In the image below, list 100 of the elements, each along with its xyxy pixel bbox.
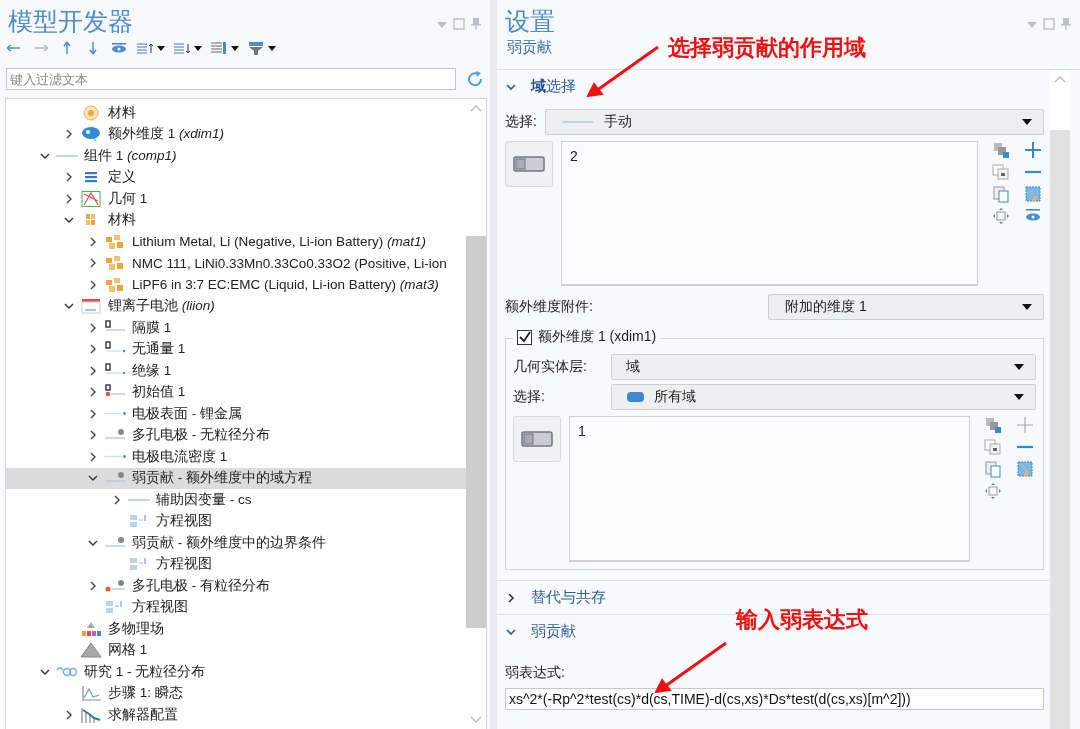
field-label: 选择: bbox=[513, 388, 546, 406]
tree-item[interactable]: 额外维度 1 (xdim1) bbox=[6, 123, 466, 145]
check-icon bbox=[518, 331, 531, 343]
refresh-icon[interactable] bbox=[466, 70, 484, 88]
stacked-squares-icon[interactable] bbox=[992, 141, 1010, 159]
toggle-button[interactable] bbox=[513, 416, 561, 462]
section-title: 替代与共存 bbox=[531, 588, 606, 607]
zoom-selection-icon[interactable] bbox=[992, 207, 1010, 225]
stacked-squares-icon[interactable] bbox=[984, 416, 1002, 434]
dropdown[interactable]: 域 bbox=[611, 354, 1036, 380]
dropdown-arrow-icon bbox=[1013, 393, 1025, 401]
tree-item[interactable]: LiPF6 in 3:7 EC:EMC (Liquid, Li-ion Battery) (mat3) bbox=[6, 274, 466, 296]
tree-item[interactable]: 隔膜 1 bbox=[6, 317, 466, 339]
list-down-icon bbox=[173, 41, 191, 55]
expression-field[interactable]: xs^2*(-Rp^2*test(cs)*d(cs,TIME)-d(cs,xs)*Ds*test(d(cs,xs)[m^2])) bbox=[505, 688, 1044, 710]
dropdown-arrow-icon bbox=[1021, 303, 1033, 311]
domain-icon bbox=[104, 577, 126, 594]
dropdown[interactable]: 所有域 bbox=[611, 384, 1036, 410]
tree-item[interactable]: 无通量 1 bbox=[6, 338, 466, 360]
line-icon bbox=[56, 154, 78, 157]
battery-icon bbox=[80, 298, 102, 315]
field-label: 几何实体层: bbox=[513, 358, 588, 376]
tree-item[interactable]: 多孔电极 - 有粒径分布 bbox=[6, 575, 466, 597]
dropdown[interactable]: 附加的维度 1 bbox=[768, 294, 1044, 320]
filter-button[interactable] bbox=[247, 41, 276, 55]
chevron-right-icon[interactable] bbox=[505, 591, 517, 604]
checkbox-label: 额外维度 1 (xdim1) bbox=[538, 328, 657, 346]
copy-lock-icon[interactable] bbox=[992, 163, 1010, 181]
tree-item[interactable]: 多孔电极 - 无粒径分布 bbox=[6, 424, 466, 446]
tree-item[interactable]: 弱贡献 - 额外维度中的域方程 bbox=[6, 467, 466, 489]
panel-title: 设置 bbox=[505, 6, 555, 36]
tree-item[interactable]: 方程视图 bbox=[6, 553, 466, 575]
checkbox[interactable] bbox=[517, 329, 532, 345]
tree-item[interactable]: 定义 bbox=[6, 166, 466, 188]
section-title: 弱贡献 bbox=[531, 622, 576, 641]
section-title: 域选择 bbox=[531, 77, 576, 96]
multiphysics-icon bbox=[80, 620, 102, 637]
filter-icon bbox=[247, 41, 265, 55]
caret-icon bbox=[231, 45, 239, 51]
columns-icon bbox=[210, 41, 228, 55]
field-label: 额外维度附件: bbox=[505, 298, 593, 316]
geometry-icon bbox=[80, 190, 102, 207]
tree-item[interactable]: 求解器配置 bbox=[6, 704, 466, 726]
pill-icon bbox=[626, 391, 646, 403]
list-down-button[interactable] bbox=[173, 41, 202, 55]
step-chart-icon bbox=[80, 685, 102, 702]
caret-icon bbox=[194, 45, 202, 51]
broom-icon[interactable] bbox=[1024, 185, 1042, 203]
tree-item[interactable]: 材料 bbox=[6, 209, 466, 231]
tree-item[interactable]: 方程视图 bbox=[6, 510, 466, 532]
tree-item[interactable]: 多物理场 bbox=[6, 618, 466, 640]
material-blocks-icon bbox=[104, 233, 126, 250]
toggle-icon bbox=[521, 431, 553, 447]
material-blocks-icon bbox=[104, 276, 126, 293]
tree-item[interactable]: 辅助因变量 - cs bbox=[6, 489, 466, 511]
broom-icon[interactable] bbox=[1016, 460, 1034, 478]
scrollbar-thumb[interactable] bbox=[466, 236, 486, 628]
tree-item[interactable]: 电极电流密度 1 bbox=[6, 446, 466, 468]
list-up-button[interactable] bbox=[136, 41, 165, 55]
columns-button[interactable] bbox=[210, 41, 239, 55]
tree-item[interactable]: 材料 bbox=[6, 102, 466, 124]
filter-field[interactable]: 键入过滤文本 bbox=[6, 68, 456, 90]
tree-item[interactable]: 方程视图 bbox=[6, 596, 466, 618]
material-blocks-icon bbox=[104, 255, 126, 272]
tree-item[interactable]: 弱贡献 - 额外维度中的边界条件 bbox=[6, 532, 466, 554]
toggle-icon bbox=[513, 156, 545, 172]
tree-item[interactable]: 网格 1 bbox=[6, 639, 466, 661]
tree-item[interactable]: 电极表面 - 锂金属 bbox=[6, 403, 466, 425]
annotation-text: 选择弱贡献的作用域 bbox=[668, 34, 866, 62]
line-icon bbox=[104, 412, 126, 416]
tree-item[interactable]: NMC 111, LiNi0.33Mn0.33Co0.33O2 (Positive, Li-ion bbox=[6, 252, 466, 274]
tree-item[interactable]: 几何 1 bbox=[6, 188, 466, 210]
tree-item[interactable]: 锂离子电池 (liion) bbox=[6, 295, 466, 317]
selection-list[interactable]: 2 bbox=[561, 141, 978, 286]
annotation-text: 输入弱表达式 bbox=[736, 606, 868, 634]
zoom-selection-icon[interactable] bbox=[984, 482, 1002, 500]
dropdown-arrow-icon bbox=[1013, 363, 1025, 371]
scrollbar-thumb[interactable] bbox=[1050, 130, 1070, 729]
dropdown[interactable]: 手动 bbox=[544, 109, 1044, 135]
caret-icon bbox=[268, 45, 276, 51]
tree-item[interactable]: 研究 1 - 无粒径分布 bbox=[6, 661, 466, 683]
selection-list[interactable]: 1 bbox=[569, 416, 970, 562]
field-label: 选择: bbox=[505, 113, 537, 131]
material-sphere-icon bbox=[80, 104, 102, 121]
eye-icon[interactable] bbox=[110, 41, 128, 55]
caret-icon bbox=[157, 45, 165, 51]
tree-item[interactable]: 初始值 1 bbox=[6, 381, 466, 403]
toggle-button[interactable] bbox=[505, 141, 553, 187]
list-up-icon bbox=[136, 41, 154, 55]
plus-icon[interactable] bbox=[1024, 141, 1042, 159]
tree-item[interactable]: 绝缘 1 bbox=[6, 360, 466, 382]
line-icon bbox=[104, 455, 126, 459]
panel-title: 模型开发器 bbox=[8, 6, 133, 36]
tree-item[interactable]: 步骤 1: 瞬态 bbox=[6, 682, 466, 704]
triangle-icon bbox=[80, 642, 102, 659]
tree-item[interactable]: Lithium Metal, Li (Negative, Li-ion Battery) (mat1) bbox=[6, 231, 466, 253]
tree-item[interactable]: 组件 1 (comp1) bbox=[6, 145, 466, 167]
dropdown-arrow-icon bbox=[1021, 118, 1033, 126]
line-icon bbox=[128, 498, 150, 501]
copy-lock-icon[interactable] bbox=[984, 438, 1002, 456]
